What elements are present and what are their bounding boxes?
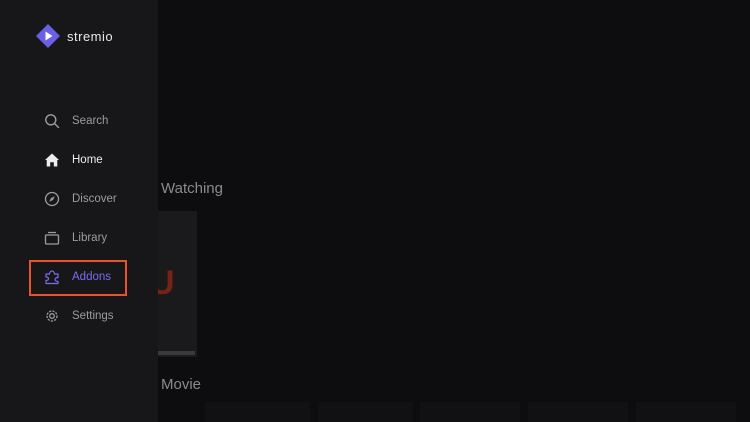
sidebar-item-label: Library xyxy=(72,232,108,244)
movie-thumbnail[interactable] xyxy=(636,402,736,422)
sidebar-item-label: Settings xyxy=(72,310,114,322)
gear-icon xyxy=(46,310,58,322)
home-icon xyxy=(45,153,59,167)
sidebar-item-label: Discover xyxy=(72,193,117,205)
app-name: stremio xyxy=(67,28,114,44)
movie-thumbnail[interactable] xyxy=(318,402,413,422)
addons-highlight-box xyxy=(29,260,127,296)
movie-thumbnail[interactable] xyxy=(205,402,310,422)
library-icon xyxy=(44,231,60,245)
sidebar-item-settings[interactable]: Settings xyxy=(44,306,114,326)
stremio-logo-icon xyxy=(36,24,60,48)
sidebar-item-home[interactable]: Home xyxy=(44,150,103,170)
continue-watching-title: Watching xyxy=(161,180,223,197)
movie-thumbnail[interactable] xyxy=(420,402,520,422)
compass-icon xyxy=(44,191,60,207)
sidebar-item-library[interactable]: Library xyxy=(44,228,107,248)
movie-row-title: Movie xyxy=(161,376,202,393)
sidebar: stremio Search Home Discover Library Add… xyxy=(0,0,158,422)
app-logo[interactable]: stremio xyxy=(36,24,113,48)
sidebar-item-search[interactable]: Search xyxy=(44,111,108,131)
sidebar-item-label: Search xyxy=(72,115,109,127)
sidebar-item-label: Home xyxy=(72,154,103,166)
sidebar-item-discover[interactable]: Discover xyxy=(44,189,117,209)
movie-thumbnail[interactable] xyxy=(528,402,628,422)
search-icon xyxy=(45,114,60,129)
